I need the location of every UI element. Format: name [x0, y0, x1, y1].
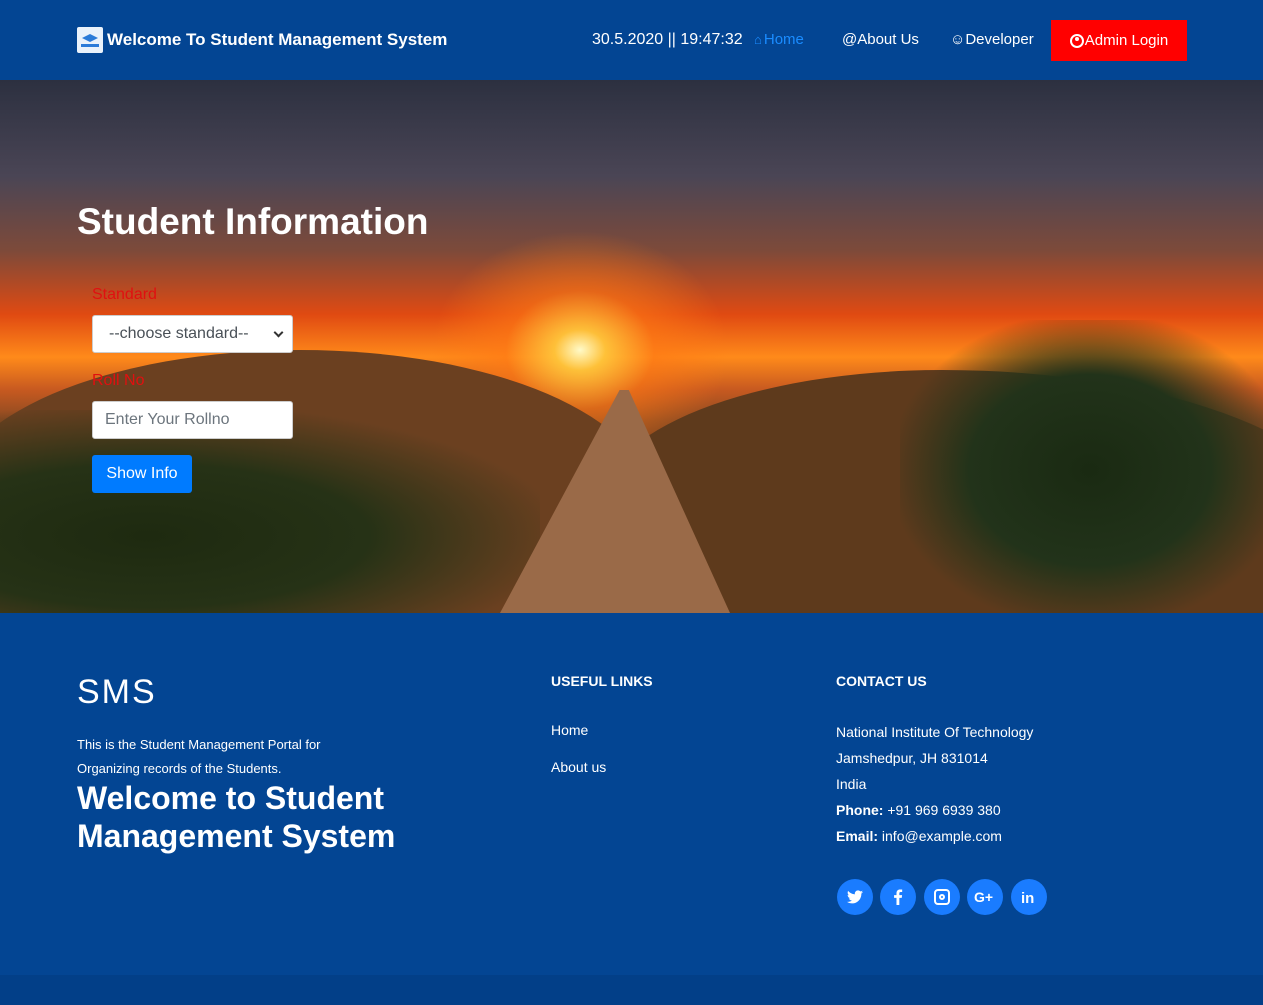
- standard-label: Standard: [92, 286, 157, 303]
- contact-us-heading: CONTACT US: [836, 673, 927, 689]
- svg-text:G+: G+: [974, 890, 993, 904]
- brand[interactable]: Welcome To Student Management System: [77, 27, 447, 53]
- date-time-clock: 30.5.2020 || 19:47:32: [592, 31, 743, 48]
- footer-description: This is the Student Management Portal fo…: [77, 737, 321, 776]
- hero-background-trees: [900, 320, 1263, 613]
- nav-about-link[interactable]: @About Us: [842, 31, 919, 48]
- footer: SMS This is the Student Management Porta…: [0, 613, 1263, 975]
- address-line: India: [836, 776, 867, 792]
- footer-link-about[interactable]: About us: [551, 759, 606, 775]
- brand-title: Welcome To Student Management System: [107, 30, 448, 49]
- email-label: Email:: [836, 828, 879, 844]
- admin-login-button[interactable]: Admin Login: [1051, 20, 1187, 61]
- email-line: Email: info@example.com: [836, 828, 1002, 844]
- user-circle-icon: [1069, 33, 1084, 48]
- google-plus-icon[interactable]: G+: [967, 879, 1003, 915]
- address-line: Jamshedpur, JH 831014: [836, 750, 988, 766]
- hero-section: Student Information Standard --choose st…: [0, 80, 1263, 613]
- linkedin-icon[interactable]: in: [1011, 879, 1047, 915]
- nav-home-link[interactable]: ⌂ Home: [754, 31, 804, 48]
- nav-home-label: Home: [763, 31, 804, 48]
- rollno-label: Roll No: [92, 372, 145, 389]
- home-icon: ⌂: [754, 32, 762, 47]
- graduation-cap-icon: [77, 27, 103, 53]
- nav-developer-label: ☺Developer: [950, 31, 1034, 48]
- phone-value: +91 969 6939 380: [887, 802, 1001, 818]
- show-info-button[interactable]: Show Info: [92, 455, 192, 493]
- instagram-icon[interactable]: [924, 879, 960, 915]
- facebook-icon[interactable]: [880, 879, 916, 915]
- admin-login-label: Admin Login: [1084, 32, 1169, 49]
- address-line: National Institute Of Technology: [836, 724, 1034, 740]
- standard-select-value: --choose standard--: [109, 325, 249, 342]
- footer-link-home[interactable]: Home: [551, 722, 588, 738]
- navbar: Welcome To Student Management System 30.…: [0, 0, 1263, 80]
- svg-text:in: in: [1021, 890, 1034, 905]
- phone-label: Phone:: [836, 802, 884, 818]
- rollno-input[interactable]: [92, 401, 293, 439]
- page-title: Student Information: [77, 201, 429, 242]
- hero-background-trees: [0, 410, 540, 613]
- useful-links-heading: USEFUL LINKS: [551, 673, 653, 689]
- footer-bottom-bar: [0, 975, 1263, 1005]
- chevron-down-icon: [273, 327, 284, 338]
- footer-welcome-heading: Welcome to Student Management System: [77, 780, 396, 854]
- email-value: info@example.com: [881, 828, 1002, 844]
- phone-line: Phone: +91 969 6939 380: [836, 802, 1001, 818]
- footer-brand: SMS: [77, 673, 157, 711]
- twitter-icon[interactable]: [837, 879, 873, 915]
- nav-about-label: @About Us: [842, 31, 919, 48]
- nav-developer-link[interactable]: ☺Developer: [950, 31, 1034, 48]
- standard-select[interactable]: --choose standard--: [92, 315, 293, 353]
